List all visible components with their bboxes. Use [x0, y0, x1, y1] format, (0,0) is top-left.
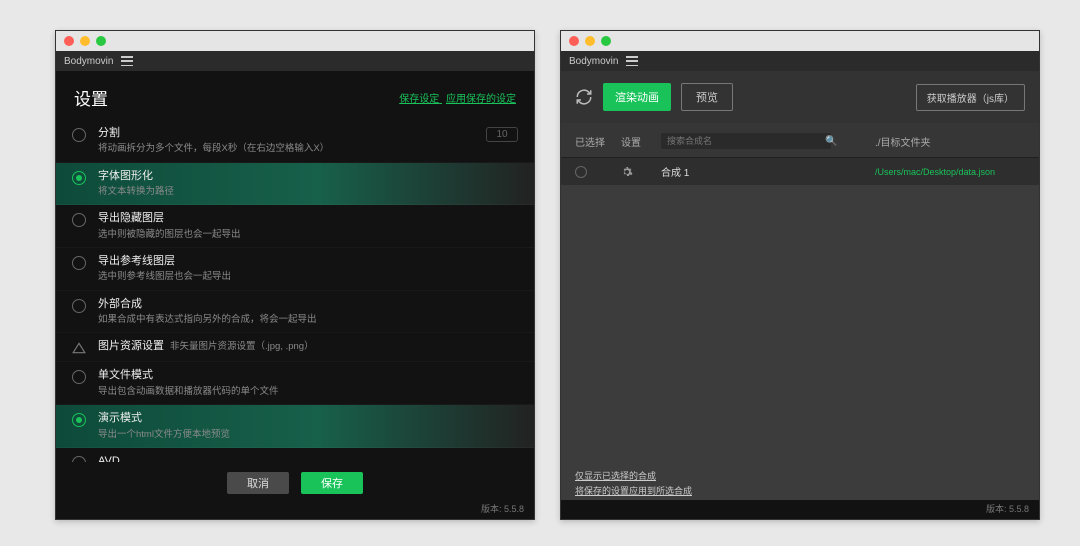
table-header: 已选择 设置 🔍 ./目标文件夹 — [561, 123, 1039, 157]
option-title: 字体图形化 — [98, 169, 518, 184]
render-button[interactable]: 渲染动画 — [603, 83, 671, 111]
empty-body — [561, 185, 1039, 463]
app-name: Bodymovin — [569, 56, 618, 67]
option-desc: 导出包含动画数据和播放器代码的单个文件 — [98, 385, 518, 398]
option-inline-desc: 非矢量图片资源设置（.jpg, .png） — [170, 341, 314, 352]
option-body: 字体图形化将文本转换为路径 — [98, 169, 518, 199]
col-dest: ./目标文件夹 — [875, 134, 1025, 149]
option-row[interactable]: 外部合成如果合成中有表达式指向另外的合成，将会一起导出 — [56, 291, 534, 334]
option-row[interactable]: 字体图形化将文本转换为路径 — [56, 163, 534, 206]
version-label: 版本: 5.5.8 — [561, 500, 1039, 519]
option-body: 导出隐藏图层选中则被隐藏的图层也会一起导出 — [98, 211, 518, 241]
radio-circle-icon[interactable] — [72, 299, 86, 313]
option-desc: 选中则被隐藏的图层也会一起导出 — [98, 228, 518, 241]
radio-circle-icon[interactable] — [72, 456, 86, 462]
compositions-window: Bodymovin 渲染动画 预览 获取播放器（js库） 已选择 设置 — [560, 30, 1040, 520]
footer-links: 仅显示已选择的合成 将保存的设置应用到所选合成 — [561, 463, 1039, 500]
option-title: 单文件模式 — [98, 368, 518, 383]
apply-saved-link[interactable]: 应用保存的设定 — [446, 94, 516, 105]
option-row[interactable]: 图片资源设置非矢量图片资源设置（.jpg, .png） — [56, 333, 534, 362]
option-body: 演示模式导出一个html文件方便本地预览 — [98, 411, 518, 441]
options-list: 分割将动画拆分为多个文件，每段X秒（在右边空格输入X） 10 字体图形化将文本转换为… — [56, 120, 534, 462]
option-row[interactable]: AVD导出安卓AVD格式的xml资源 — [56, 448, 534, 462]
option-title: 演示模式 — [98, 411, 518, 426]
option-title: 导出隐藏图层 — [98, 211, 518, 226]
app-bar: Bodymovin — [561, 51, 1039, 71]
page-title: 设置 — [74, 85, 108, 110]
segment-seconds-input[interactable]: 10 — [486, 127, 518, 142]
option-row[interactable]: 分割将动画拆分为多个文件，每段X秒（在右边空格输入X） 10 — [56, 120, 534, 163]
radio-circle-icon[interactable] — [72, 370, 86, 384]
settings-content: 设置 保存设定 应用保存的设定 分割将动画拆分为多个文件，每段X秒（在右边空格输… — [56, 71, 534, 519]
radio-circle-icon[interactable] — [72, 413, 86, 427]
option-row[interactable]: 导出参考线图层选中则参考线图层也会一起导出 — [56, 248, 534, 291]
option-title: 外部合成 — [98, 297, 518, 312]
main-content: 渲染动画 预览 获取播放器（js库） 已选择 设置 🔍 ./目标文件夹 — [561, 71, 1039, 519]
app-name: Bodymovin — [64, 56, 113, 67]
preview-button[interactable]: 预览 — [681, 83, 733, 111]
option-row[interactable]: 演示模式导出一个html文件方便本地预览 — [56, 405, 534, 448]
table-row[interactable]: 合成 1 /Users/mac/Desktop/data.json — [561, 157, 1039, 185]
settings-header: 设置 保存设定 应用保存的设定 — [56, 71, 534, 120]
hamburger-icon[interactable] — [626, 56, 638, 66]
settings-window: Bodymovin 设置 保存设定 应用保存的设定 分割将动画拆分为多个文件，每… — [55, 30, 535, 520]
select-circle-icon[interactable] — [575, 166, 587, 178]
button-row: 取消 保存 — [56, 462, 534, 500]
cancel-button[interactable]: 取消 — [227, 472, 289, 494]
minimize-dot[interactable] — [585, 36, 595, 46]
radio-circle-icon[interactable] — [72, 213, 86, 227]
option-body: 外部合成如果合成中有表达式指向另外的合成，将会一起导出 — [98, 297, 518, 327]
radio-circle-icon[interactable] — [72, 256, 86, 270]
col-selected: 已选择 — [575, 134, 621, 149]
save-settings-link[interactable]: 保存设定 — [399, 94, 439, 105]
option-title: AVD — [98, 454, 518, 462]
zoom-dot[interactable] — [96, 36, 106, 46]
option-body: 单文件模式导出包含动画数据和播放器代码的单个文件 — [98, 368, 518, 398]
refresh-icon[interactable] — [575, 88, 593, 106]
option-title: 分割 — [98, 126, 474, 141]
hamburger-icon[interactable] — [121, 56, 133, 66]
option-desc: 导出一个html文件方便本地预览 — [98, 428, 518, 441]
search-input[interactable] — [661, 133, 831, 149]
radio-circle-icon[interactable] — [72, 171, 86, 185]
gear-icon[interactable] — [621, 166, 633, 178]
option-body: 图片资源设置非矢量图片资源设置（.jpg, .png） — [98, 339, 518, 354]
app-bar: Bodymovin — [56, 51, 534, 71]
option-desc: 将文本转换为路径 — [98, 185, 518, 198]
composition-name: 合成 1 — [661, 164, 875, 179]
option-desc: 如果合成中有表达式指向另外的合成，将会一起导出 — [98, 313, 518, 326]
close-dot[interactable] — [64, 36, 74, 46]
col-settings: 设置 — [621, 134, 661, 149]
zoom-dot[interactable] — [601, 36, 611, 46]
minimize-dot[interactable] — [80, 36, 90, 46]
option-title: 导出参考线图层 — [98, 254, 518, 269]
apply-saved-to-selected-link[interactable]: 将保存的设置应用到所选合成 — [575, 484, 1025, 498]
mac-titlebar — [561, 31, 1039, 51]
option-body: 分割将动画拆分为多个文件，每段X秒（在右边空格输入X） — [98, 126, 474, 156]
top-controls: 渲染动画 预览 获取播放器（js库） — [561, 71, 1039, 123]
option-row[interactable]: 单文件模式导出包含动画数据和播放器代码的单个文件 — [56, 362, 534, 405]
option-body: 导出参考线图层选中则参考线图层也会一起导出 — [98, 254, 518, 284]
option-title: 图片资源设置非矢量图片资源设置（.jpg, .png） — [98, 339, 518, 354]
radio-circle-icon[interactable] — [72, 128, 86, 142]
option-desc: 选中则参考线图层也会一起导出 — [98, 270, 518, 283]
option-row[interactable]: 导出隐藏图层选中则被隐藏的图层也会一起导出 — [56, 205, 534, 248]
option-desc: 将动画拆分为多个文件，每段X秒（在右边空格输入X） — [98, 142, 474, 155]
destination-path[interactable]: /Users/mac/Desktop/data.json — [875, 167, 1025, 177]
close-dot[interactable] — [569, 36, 579, 46]
version-label: 版本: 5.5.8 — [56, 500, 534, 519]
header-links: 保存设定 应用保存的设定 — [395, 90, 516, 105]
disclosure-triangle-icon[interactable] — [72, 341, 86, 355]
option-body: AVD导出安卓AVD格式的xml资源 — [98, 454, 518, 462]
show-selected-link[interactable]: 仅显示已选择的合成 — [575, 469, 1025, 483]
mac-titlebar — [56, 31, 534, 51]
get-player-button[interactable]: 获取播放器（js库） — [916, 84, 1025, 111]
save-button[interactable]: 保存 — [301, 472, 363, 494]
